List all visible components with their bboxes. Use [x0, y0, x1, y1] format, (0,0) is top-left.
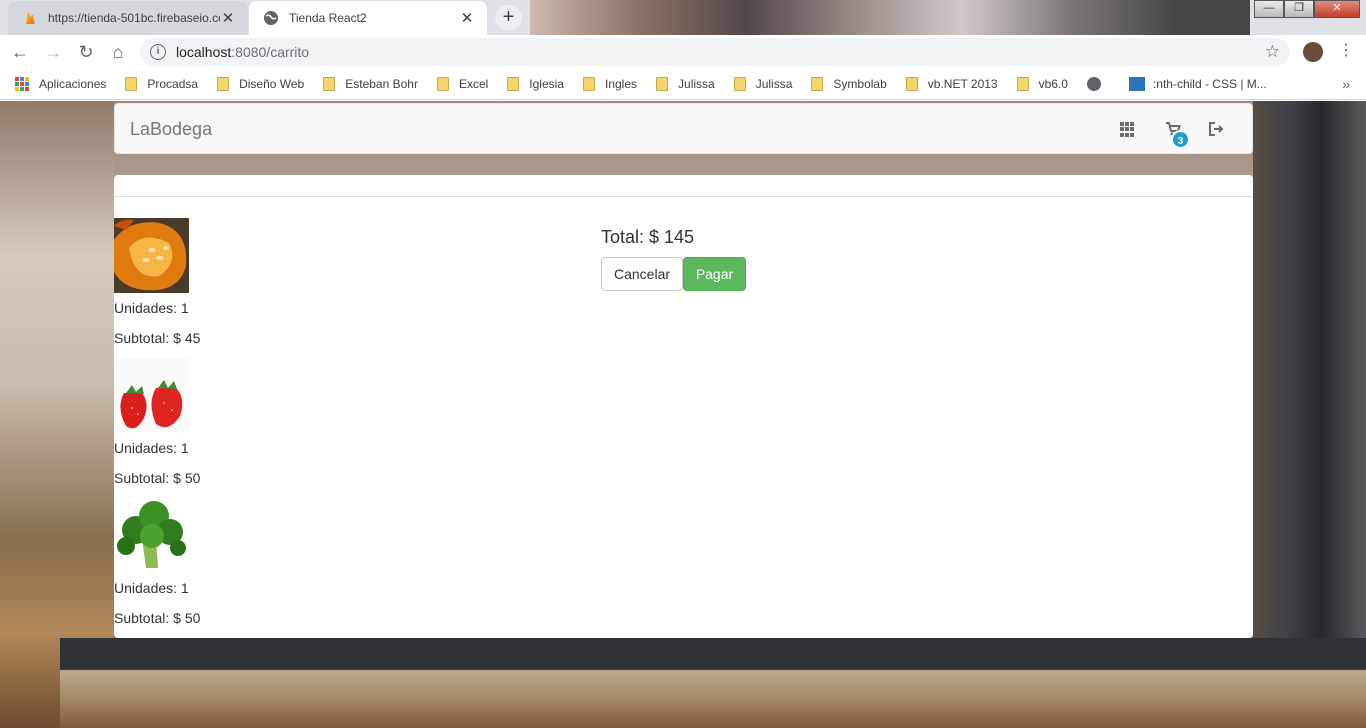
panel-heading: [114, 175, 1253, 197]
brand-logo[interactable]: LaBodega: [130, 119, 212, 140]
url-path: :8080/carrito: [231, 44, 310, 60]
address-bar[interactable]: i localhost:8080/carrito ☆: [140, 38, 1290, 66]
bookmark-label: Excel: [458, 77, 489, 91]
folder-icon: [507, 77, 520, 91]
bookmark-label: vb.NET 2013: [927, 77, 998, 91]
reload-icon[interactable]: ↻: [74, 40, 98, 64]
bookmark-label: Ingles: [604, 77, 638, 91]
bookmark-folder[interactable]: Julissa: [733, 77, 793, 91]
cart-count-badge: 3: [1171, 130, 1190, 149]
tabstrip-background: [530, 0, 1250, 35]
close-tab-icon[interactable]: ✕: [459, 9, 475, 27]
item-units: Unidades: 1: [114, 440, 189, 456]
bookmark-folder[interactable]: Julissa: [656, 77, 715, 91]
folder-icon: [733, 77, 746, 91]
logout-icon[interactable]: [1208, 121, 1224, 137]
bookmark-folder[interactable]: Symbolab: [811, 77, 887, 91]
close-tab-icon[interactable]: ✕: [220, 9, 236, 27]
bookmark-folder[interactable]: Procadsa: [125, 77, 198, 91]
bookmarks-overflow-icon[interactable]: »: [1342, 76, 1350, 92]
browser-menu-icon[interactable]: ⋮: [1338, 40, 1354, 60]
background-right: [1253, 101, 1366, 728]
bookmark-label: Iglesia: [529, 77, 564, 91]
tab-title: https://tienda-501bc.firebaseio.co: [48, 11, 220, 25]
bookmark-label: Symbolab: [833, 77, 887, 91]
home-icon[interactable]: ⌂: [106, 40, 130, 64]
bookmark-label: vb6.0: [1038, 77, 1068, 91]
grid-icon[interactable]: [1120, 121, 1136, 137]
browser-tab-tienda[interactable]: Tienda React2 ✕: [249, 1, 487, 35]
minimize-button[interactable]: —: [1254, 0, 1284, 18]
pay-button[interactable]: Pagar: [683, 257, 746, 291]
folder-icon: [436, 77, 449, 91]
globe-icon: [264, 11, 278, 25]
bookmark-folder[interactable]: Ingles: [582, 77, 638, 91]
browser-toolbar: ← → ↻ ⌂ i localhost:8080/carrito ☆ ⋮: [0, 35, 1366, 69]
bookmark-label: Julissa: [755, 77, 793, 91]
window-controls: — ❐ ✕: [1254, 0, 1360, 18]
app-navbar: LaBodega 3: [114, 103, 1253, 154]
folder-icon: [125, 77, 138, 91]
background-bottom: [60, 638, 1366, 728]
folder-icon: [1016, 77, 1029, 91]
broccoli-image: [114, 498, 189, 573]
bookmark-label: Julissa: [678, 77, 715, 91]
item-subtotal: Subtotal: $ 45: [114, 330, 201, 346]
browser-tabstrip: https://tienda-501bc.firebaseio.co ✕ Tie…: [0, 0, 1366, 35]
bookmarks-bar: Aplicaciones Procadsa Diseño Web Esteban…: [0, 69, 1366, 100]
bookmark-folder[interactable]: vb.NET 2013: [905, 77, 998, 91]
item-subtotal: Subtotal: $ 50: [114, 470, 201, 486]
apps-grid-icon: [15, 77, 29, 91]
item-units: Unidades: 1: [114, 580, 189, 596]
window-close-button[interactable]: ✕: [1314, 0, 1360, 18]
url-host: localhost: [176, 44, 232, 60]
globe-icon: [1086, 77, 1101, 91]
browser-tab-firebase[interactable]: https://tienda-501bc.firebaseio.co ✕: [8, 1, 248, 35]
back-arrow-icon[interactable]: ←: [8, 40, 32, 64]
maximize-button[interactable]: ❐: [1284, 0, 1314, 18]
bookmark-label: Diseño Web: [239, 77, 305, 91]
bookmark-folder[interactable]: Esteban Bohr: [323, 77, 418, 91]
bookmark-folder[interactable]: Iglesia: [507, 77, 564, 91]
new-tab-button[interactable]: +: [495, 5, 522, 30]
bookmark-label: :nth-child - CSS | M...: [1152, 77, 1267, 91]
strawberries-image: [114, 358, 189, 433]
bookmark-folder[interactable]: Diseño Web: [217, 77, 304, 91]
bookmark-folder[interactable]: Excel: [436, 77, 489, 91]
folder-icon: [811, 77, 824, 91]
item-units: Unidades: 1: [114, 300, 189, 316]
bookmark-star-icon[interactable]: ☆: [1265, 42, 1280, 62]
tab-title: Tienda React2: [289, 11, 367, 25]
bookmark-label: Aplicaciones: [39, 77, 107, 91]
folder-icon: [323, 77, 336, 91]
profile-avatar[interactable]: [1303, 42, 1323, 62]
folder-icon: [905, 77, 918, 91]
forward-arrow-icon[interactable]: →: [41, 40, 65, 64]
folder-icon: [217, 77, 230, 91]
bookmark-css[interactable]: :nth-child - CSS | M...: [1128, 77, 1267, 91]
bookmark-label: Procadsa: [147, 77, 199, 91]
item-subtotal: Subtotal: $ 50: [114, 610, 201, 626]
bookmark-folder[interactable]: vb6.0: [1016, 77, 1068, 91]
firebase-icon: [26, 12, 35, 24]
pumpkin-image: [114, 218, 189, 293]
folder-icon: [582, 77, 595, 91]
bookmark-globe[interactable]: [1086, 77, 1101, 91]
bookmark-label: Esteban Bohr: [345, 77, 418, 91]
background-left: [0, 101, 114, 728]
info-icon[interactable]: i: [150, 44, 166, 60]
cancel-button[interactable]: Cancelar: [601, 257, 683, 291]
cart-total: Total: $ 145: [601, 227, 695, 247]
css-tricks-icon: [1128, 77, 1145, 91]
bookmark-apps[interactable]: Aplicaciones: [15, 77, 106, 91]
folder-icon: [656, 77, 669, 91]
cart-panel: Unidades: 1 Subtotal: $ 45 Unidades: 1 S…: [114, 175, 1253, 638]
